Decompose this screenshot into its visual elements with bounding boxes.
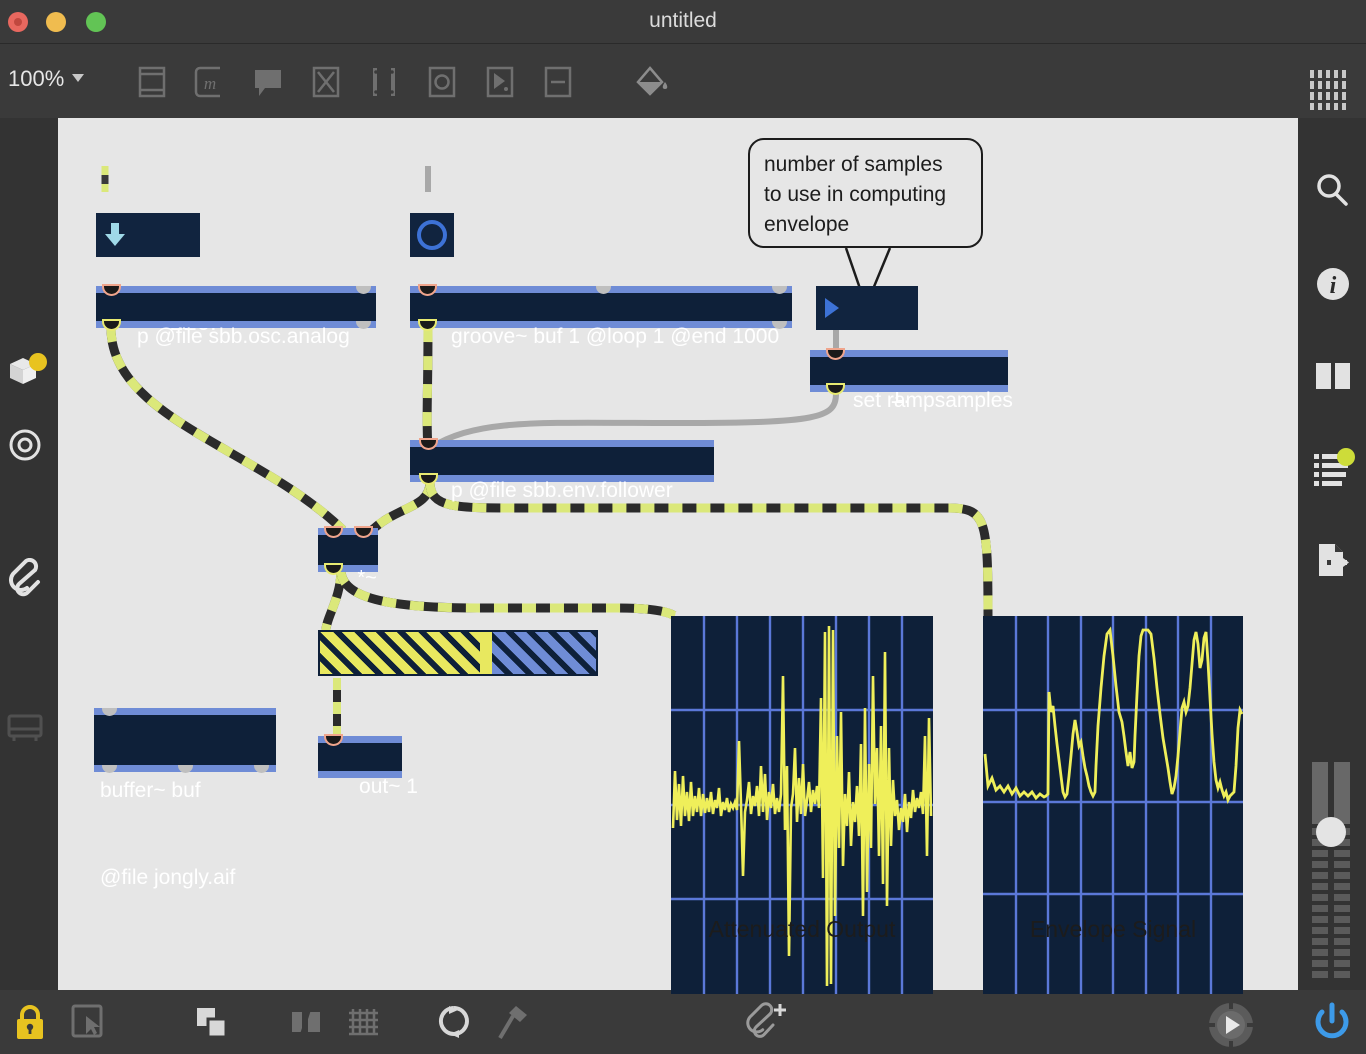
presentation-mode-icon[interactable] xyxy=(66,1000,110,1044)
message-set-rampsamples-text: set rampsamples xyxy=(853,389,1013,412)
arrange-icon[interactable] xyxy=(190,1000,234,1044)
left-sidebar xyxy=(0,118,48,990)
gain-slider[interactable] xyxy=(318,630,598,676)
scope-attenuated-output-label: Attenuated Output xyxy=(671,916,933,943)
divider-icon[interactable] xyxy=(538,62,578,102)
comment-line-2: to use in computing xyxy=(764,180,967,210)
paint-bucket-icon[interactable] xyxy=(628,62,668,102)
info-icon[interactable]: i xyxy=(1313,264,1353,309)
file-export-icon[interactable] xyxy=(1313,540,1353,585)
package-box-icon[interactable] xyxy=(4,350,48,399)
paperclip-icon[interactable] xyxy=(5,558,45,607)
patcher-canvas[interactable]: 220. p @file sbb.osc.analog groove~ buf … xyxy=(58,118,1298,990)
svg-text:m: m xyxy=(204,74,216,93)
object-env-follower-text: p @file sbb.env.follower xyxy=(451,479,673,502)
hammer-icon[interactable] xyxy=(490,1000,534,1044)
gain-filled-region xyxy=(320,632,480,674)
presentation-icon[interactable] xyxy=(364,62,404,102)
object-groove-text: groove~ buf 1 @loop 1 @end 1000 xyxy=(451,325,779,348)
keyboard-icon[interactable] xyxy=(6,712,44,751)
inspector-icon[interactable] xyxy=(132,62,172,102)
rampsamples-number-box[interactable]: 1. xyxy=(816,286,918,330)
top-toolbar: 100% m xyxy=(0,44,1366,118)
target-circle-icon[interactable] xyxy=(6,426,44,469)
object-out-text: out~ 1 xyxy=(359,775,418,798)
close-box-icon[interactable] xyxy=(306,62,346,102)
bang-button[interactable] xyxy=(410,213,454,257)
scope-envelope-signal-label: Envelope Signal xyxy=(983,916,1243,943)
object-multiply-text: *~ xyxy=(357,567,376,589)
object-buffer[interactable]: buffer~ buf @file jongly.aif xyxy=(94,708,276,772)
cord-multiply-to-scope-output xyxy=(341,570,675,616)
object-env-follower[interactable]: p @file sbb.env.follower xyxy=(410,440,714,482)
comment-line-3: envelope xyxy=(764,210,967,240)
comment-bubble[interactable]: number of samples to use in computing en… xyxy=(748,138,983,248)
bottom-toolbar xyxy=(0,990,1366,1054)
right-triangle-icon xyxy=(825,298,839,318)
align-icon[interactable] xyxy=(284,1000,328,1044)
gain-empty-region xyxy=(492,632,596,674)
refresh-icon[interactable] xyxy=(432,1000,476,1044)
grid-snap-icon[interactable] xyxy=(340,1000,384,1044)
power-icon[interactable] xyxy=(1310,1000,1354,1044)
add-attachment-icon[interactable] xyxy=(742,1000,792,1044)
object-buffer-line-1: buffer~ buf xyxy=(100,776,270,805)
down-arrow-icon xyxy=(103,222,127,248)
dot-grid-icon[interactable] xyxy=(1306,66,1346,106)
audio-level-meter[interactable] xyxy=(1310,760,1354,980)
circle-box-icon[interactable] xyxy=(422,62,462,102)
window-title: untitled xyxy=(0,9,1366,33)
gain-knob[interactable] xyxy=(480,632,492,674)
columns-icon[interactable] xyxy=(1313,358,1353,399)
play-icon[interactable] xyxy=(1206,1000,1256,1044)
bang-circle-icon xyxy=(417,220,447,250)
zoom-level-label[interactable]: 100% xyxy=(8,66,64,92)
object-buffer-line-2: @file jongly.aif xyxy=(100,863,270,892)
chevron-down-icon[interactable] xyxy=(72,74,84,82)
object-osc-subpatch[interactable]: p @file sbb.osc.analog xyxy=(96,286,376,328)
playbar-icon[interactable] xyxy=(480,62,520,102)
list-badge-icon[interactable] xyxy=(1312,448,1356,493)
right-sidebar: i xyxy=(1298,118,1366,990)
object-osc-subpatch-text: p @file sbb.osc.analog xyxy=(137,325,350,348)
title-bar: untitled xyxy=(0,0,1366,44)
search-icon[interactable] xyxy=(1312,170,1352,215)
lock-icon[interactable] xyxy=(8,1000,52,1044)
message-m-icon[interactable]: m xyxy=(190,62,230,102)
comment-line-1: number of samples xyxy=(764,150,967,180)
svg-text:i: i xyxy=(1330,273,1337,299)
frequency-number-box[interactable]: 220. xyxy=(96,213,200,257)
comment-icon[interactable] xyxy=(248,62,288,102)
max-patcher-window: untitled 100% m xyxy=(0,0,1366,1054)
